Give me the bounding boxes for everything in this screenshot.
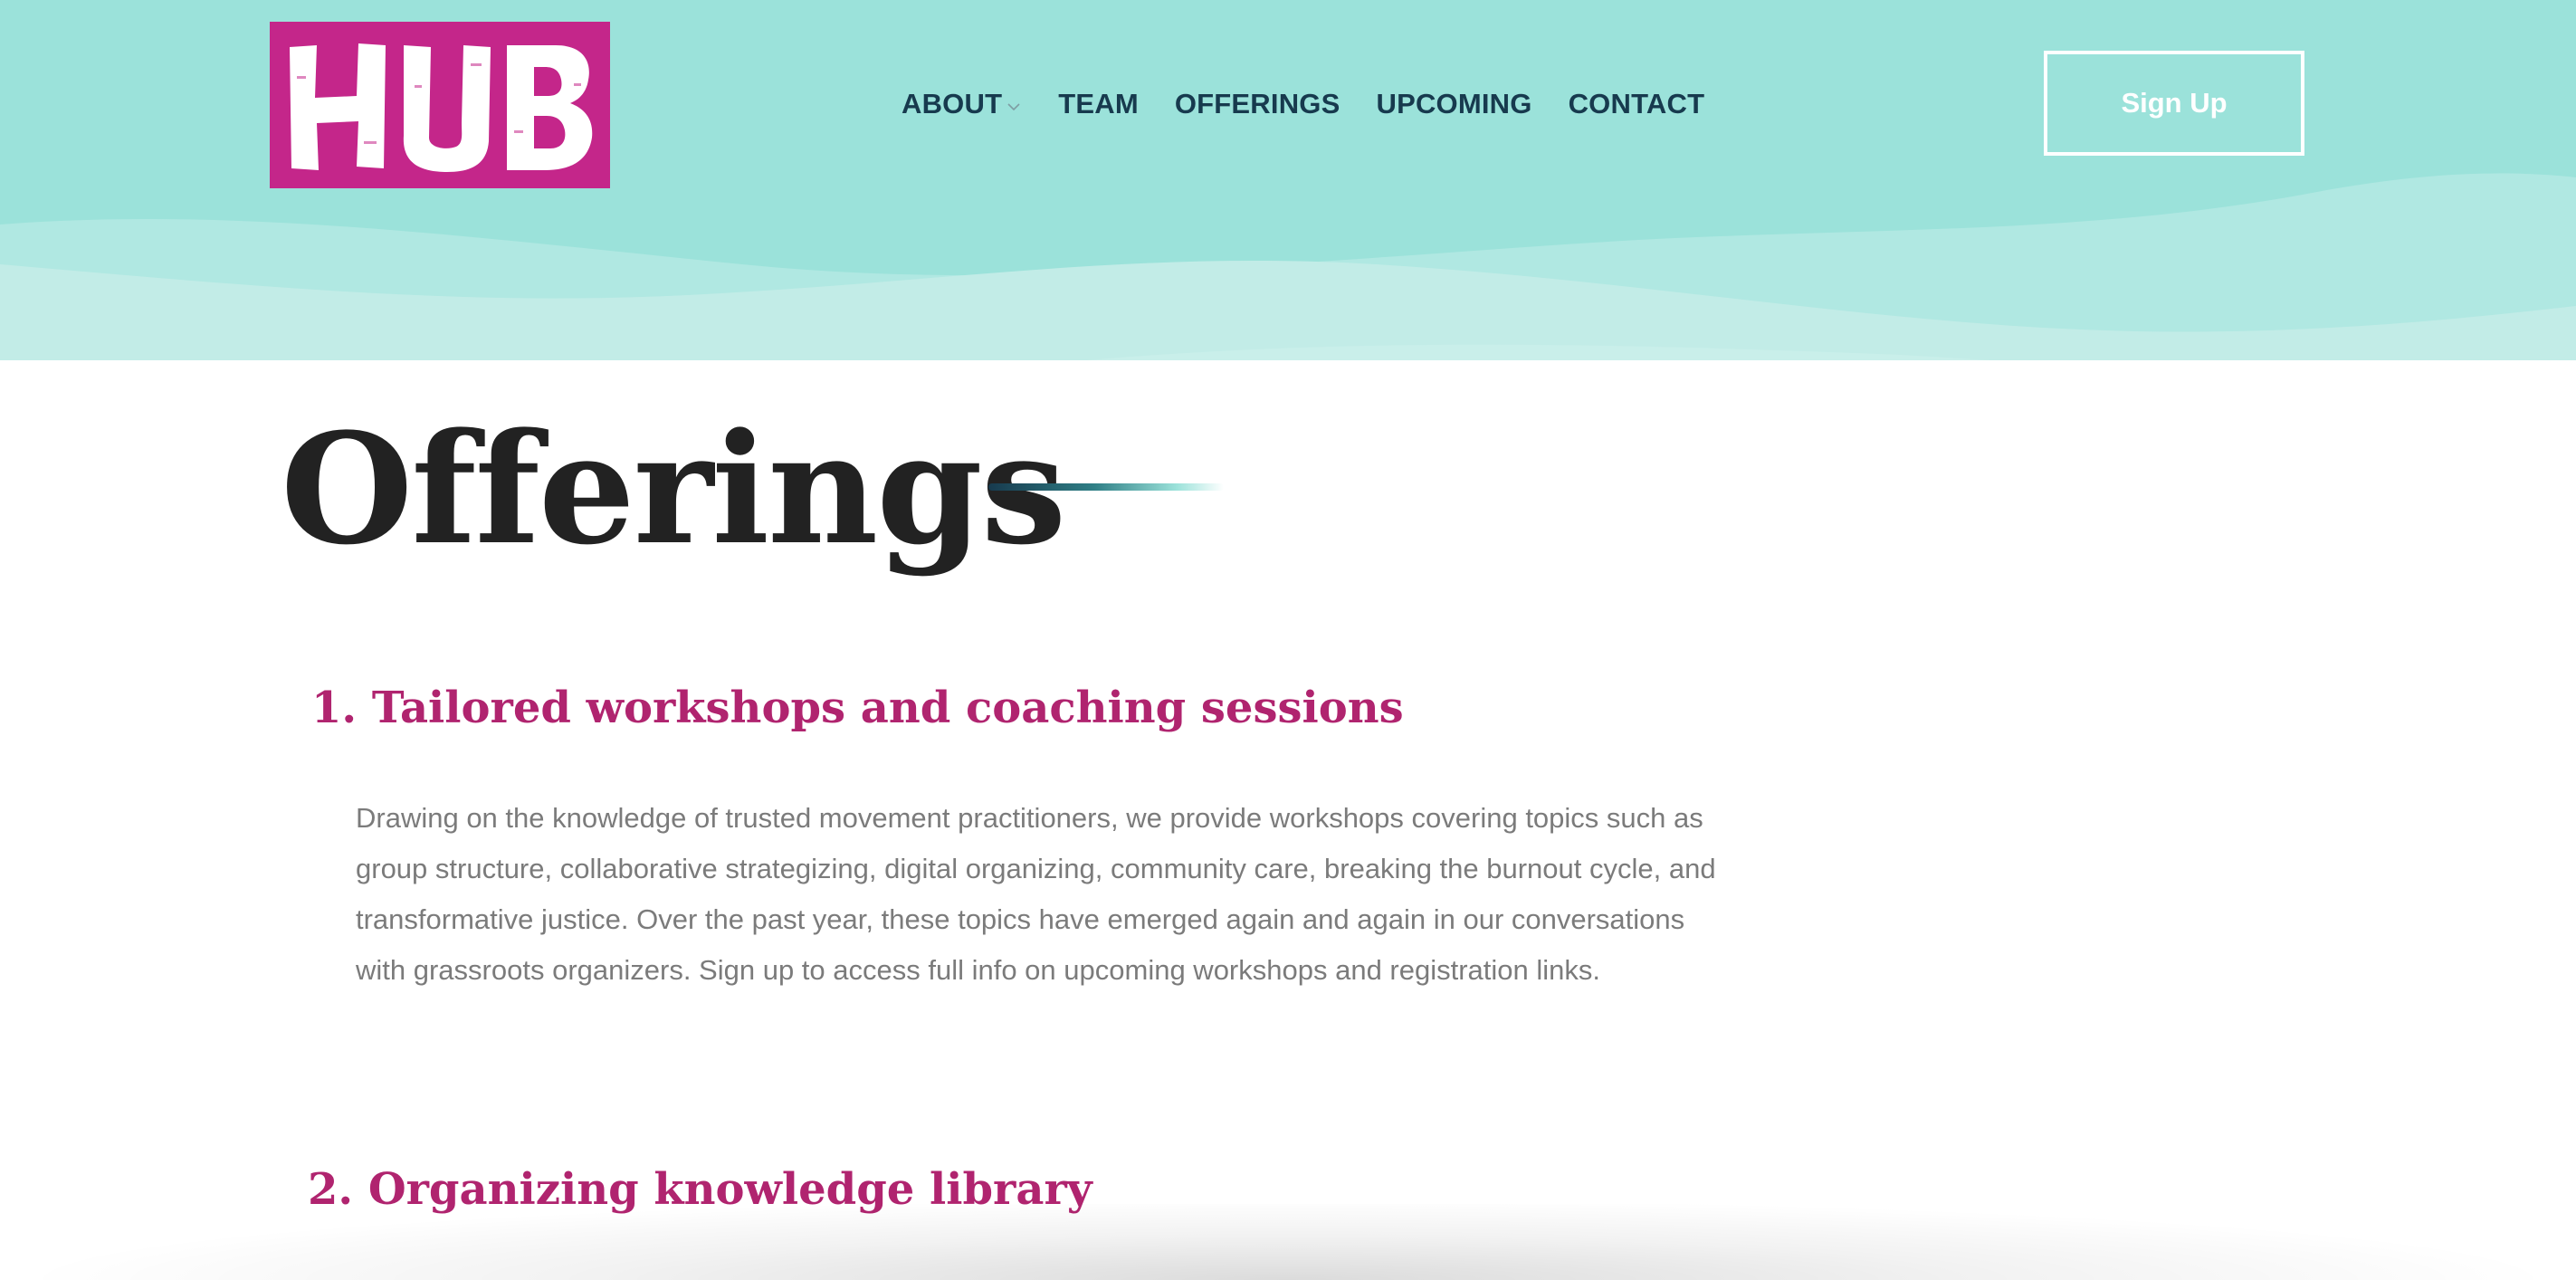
nav-item-about[interactable]: ABOUT [902,88,1022,120]
nav-item-upcoming[interactable]: UPCOMING [1376,88,1531,120]
title-accent-rule [988,483,1224,491]
section-heading-library: 2. Organizing knowledge library [308,1164,1092,1215]
nav-item-label: TEAM [1058,88,1139,119]
page: ABOUT TEAM OFFERINGS UPCOMING CONTACT Si… [0,0,2576,1280]
section-body-workshops: Drawing on the knowledge of trusted move… [356,802,1716,986]
nav-item-contact[interactable]: CONTACT [1569,88,1705,120]
nav-item-label: CONTACT [1568,88,1705,119]
nav-item-label: UPCOMING [1376,88,1532,119]
nav-item-offerings[interactable]: OFFERINGS [1175,88,1340,120]
nav-item-label: OFFERINGS [1174,88,1340,119]
hub-logo[interactable] [270,22,610,188]
section-heading-workshops: 1. Tailored workshops and coaching sessi… [311,683,1404,733]
page-title: Offerings [281,399,1066,578]
sign-up-button[interactable]: Sign Up [2044,51,2304,156]
main-nav: ABOUT TEAM OFFERINGS UPCOMING CONTACT [902,83,1741,125]
nav-item-team[interactable]: TEAM [1058,88,1139,120]
hub-logo-mark [290,43,593,172]
site-header: ABOUT TEAM OFFERINGS UPCOMING CONTACT Si… [0,0,2576,360]
chevron-down-icon [1007,103,1020,111]
nav-item-label: ABOUT [902,88,1003,119]
